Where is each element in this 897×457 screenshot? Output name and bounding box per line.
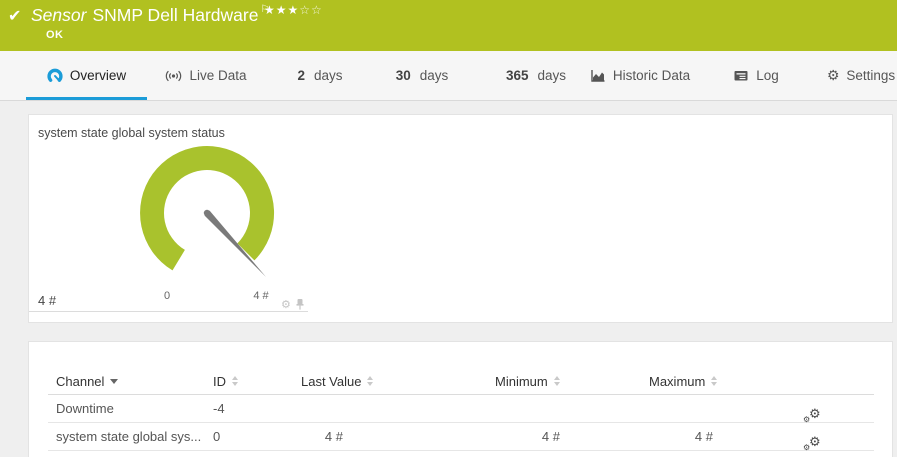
gauge-current-value: 4 # <box>38 293 56 308</box>
tab-label: Overview <box>70 68 126 83</box>
tab-label: Log <box>756 68 779 83</box>
channel-last-value: 4 # <box>301 429 343 444</box>
column-label: Channel <box>56 374 104 389</box>
tab-label: days <box>538 68 567 83</box>
gauge-scale-min: 0 <box>157 290 177 302</box>
star-filled-icons[interactable]: ★★★ <box>264 3 299 17</box>
sort-icon <box>232 376 238 386</box>
sort-desc-icon <box>110 379 118 384</box>
tab-label: Settings <box>846 68 895 83</box>
status-gauge <box>29 141 309 291</box>
tab-historic-data[interactable]: Historic Data <box>585 51 695 100</box>
gauge-arc <box>140 146 274 270</box>
channel-minimum: 4 # <box>495 429 560 444</box>
tab-30-days[interactable]: 30 days <box>390 51 454 100</box>
tab-2-days[interactable]: 2 days <box>288 51 352 100</box>
tab-number: 365 <box>506 68 529 83</box>
sort-icon <box>711 376 717 386</box>
tab-label: days <box>420 68 449 83</box>
column-label: Minimum <box>495 374 548 389</box>
log-icon <box>733 69 749 82</box>
column-header-channel[interactable]: Channel <box>48 374 213 389</box>
sensor-name: SNMP Dell Hardware <box>92 5 258 25</box>
tab-log[interactable]: Log <box>728 51 784 100</box>
sensor-kind-label: Sensor <box>31 5 86 25</box>
gauge-icon <box>47 68 63 84</box>
channel-name[interactable]: Downtime <box>48 401 213 416</box>
priority-stars[interactable]: ★★★☆☆ <box>264 3 323 17</box>
gear-icon: ⚙ <box>827 69 840 83</box>
channel-id: -4 <box>213 401 301 416</box>
gauge-tile-divider <box>29 311 308 312</box>
tab-label: Live Data <box>189 68 246 83</box>
table-row[interactable]: Downtime -4 ⚙ ⚙ <box>48 395 874 423</box>
gauge-toolbar: ⚙ <box>281 298 305 310</box>
gauge-needle-hub <box>204 210 210 216</box>
sensor-header: ✔ SensorSNMP Dell Hardware⚐ ★★★☆☆ OK <box>0 0 897 51</box>
status-check-icon: ✔ <box>8 6 21 25</box>
sort-icon <box>554 376 560 386</box>
sensor-title: SensorSNMP Dell Hardware⚐ <box>31 4 269 26</box>
tab-bar: Overview Live Data 2 days 30 days 365 da… <box>0 51 897 101</box>
column-header-minimum[interactable]: Minimum <box>495 374 649 389</box>
gear-icon: ⚙ <box>809 408 821 421</box>
channel-table: Channel ID Last Value Minimum Maximum <box>48 368 874 451</box>
area-chart-icon <box>590 68 606 83</box>
gear-icon[interactable]: ⚙ <box>281 299 291 310</box>
tab-live-data[interactable]: Live Data <box>156 51 256 100</box>
pin-icon[interactable] <box>295 298 305 310</box>
table-row[interactable]: system state global sys... 0 4 # 4 # 4 #… <box>48 423 874 451</box>
star-empty-icons[interactable]: ☆☆ <box>299 3 323 17</box>
gauge-scale-max: 4 # <box>245 290 277 302</box>
tab-label: days <box>314 68 343 83</box>
broadcast-icon <box>165 69 182 83</box>
column-label: Maximum <box>649 374 705 389</box>
gear-icon: ⚙ <box>803 416 810 424</box>
tab-overview[interactable]: Overview <box>26 51 147 100</box>
column-header-last-value[interactable]: Last Value <box>301 374 495 389</box>
column-label: Last Value <box>301 374 361 389</box>
column-header-id[interactable]: ID <box>213 374 301 389</box>
column-header-maximum[interactable]: Maximum <box>649 374 803 389</box>
tab-label: Historic Data <box>613 68 690 83</box>
channel-table-panel: Channel ID Last Value Minimum Maximum <box>28 341 893 457</box>
tab-365-days[interactable]: 365 days <box>500 51 572 100</box>
gear-icon: ⚙ <box>803 444 810 452</box>
gauge-title: system state global system status <box>38 126 225 140</box>
table-header-row: Channel ID Last Value Minimum Maximum <box>48 368 874 395</box>
tab-number: 2 <box>297 68 305 83</box>
channel-maximum: 4 # <box>649 429 713 444</box>
sort-icon <box>367 376 373 386</box>
gauge-panel: system state global system status 0 4 # … <box>28 114 893 323</box>
channel-id: 0 <box>213 429 301 444</box>
column-label: ID <box>213 374 226 389</box>
status-badge: OK <box>46 29 63 41</box>
tab-number: 30 <box>396 68 411 83</box>
gear-icon: ⚙ <box>809 436 821 449</box>
tab-settings[interactable]: ⚙ Settings <box>822 51 897 100</box>
channel-name[interactable]: system state global sys... <box>48 429 213 444</box>
